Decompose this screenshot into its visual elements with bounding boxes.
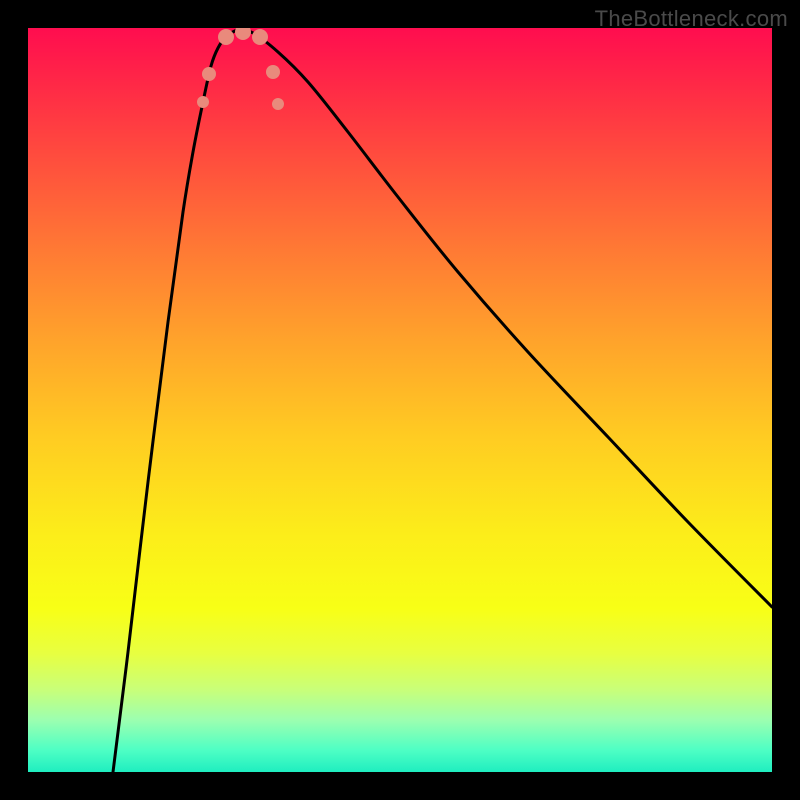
marker-bottom-c: [252, 29, 268, 45]
bottleneck-curve: [113, 30, 772, 772]
marker-left-upper: [197, 96, 209, 108]
chart-frame: TheBottleneck.com: [0, 0, 800, 800]
marker-right-lower: [266, 65, 280, 79]
curve-layer: [28, 28, 772, 772]
marker-bottom-a: [218, 29, 234, 45]
marker-right-upper: [272, 98, 284, 110]
plot-area: [28, 28, 772, 772]
marker-bottom-b: [235, 28, 251, 40]
bottleneck-curve-path: [113, 30, 772, 772]
data-markers: [197, 28, 284, 110]
marker-left-lower: [202, 67, 216, 81]
watermark-text: TheBottleneck.com: [595, 6, 788, 32]
